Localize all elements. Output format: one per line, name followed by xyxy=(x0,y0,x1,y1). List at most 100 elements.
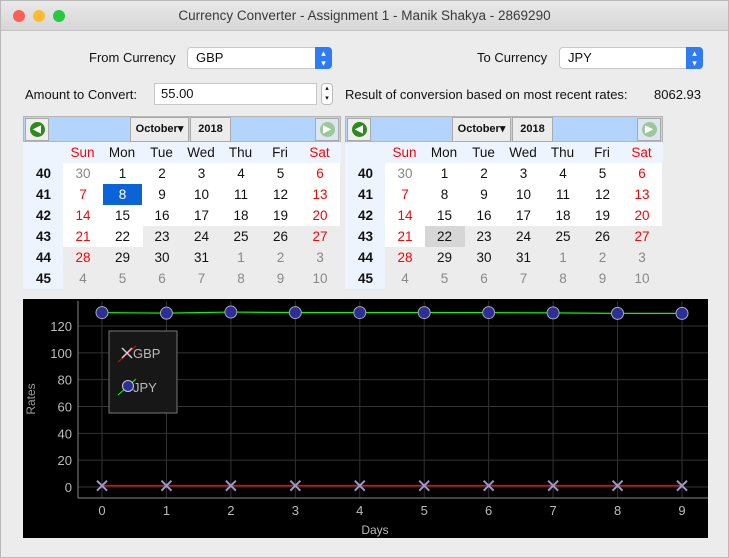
calendar-day[interactable]: 3 xyxy=(300,247,340,268)
calendar-day[interactable]: 21 xyxy=(63,226,103,247)
calendar-day[interactable]: 7 xyxy=(63,184,103,205)
calendar-right[interactable]: ◀ ▶ October▾ 2018 Sun Mon Tue Wed Thu Fri Sat 40 41 4… xyxy=(345,116,663,289)
calendar-day[interactable]: 23 xyxy=(142,226,182,247)
calendar-day[interactable]: 7 xyxy=(504,268,544,289)
calendar-day[interactable]: 7 xyxy=(385,184,425,205)
calendar-day[interactable]: 30 xyxy=(385,163,425,184)
calendar-day[interactable]: 1 xyxy=(543,247,583,268)
calendar-day[interactable]: 19 xyxy=(260,205,301,226)
calendar-day[interactable]: 11 xyxy=(543,184,583,205)
calendar-day[interactable]: 1 xyxy=(221,247,261,268)
calendar-day[interactable]: 1 xyxy=(102,163,143,184)
calendar-day[interactable]: 6 xyxy=(142,268,182,289)
calendar-day[interactable]: 29 xyxy=(103,247,143,268)
minimize-button[interactable] xyxy=(33,10,45,22)
calendar-day[interactable]: 1 xyxy=(424,163,465,184)
calendar-day[interactable]: 30 xyxy=(464,247,504,268)
from-currency-select[interactable]: GBP ▴ ▾ xyxy=(187,47,332,69)
calendar-day[interactable]: 16 xyxy=(142,205,182,226)
calendar-day[interactable]: 14 xyxy=(385,205,425,226)
calendar-day[interactable]: 7 xyxy=(182,268,222,289)
calendar-day[interactable]: 13 xyxy=(300,184,340,205)
calendar-day[interactable]: 5 xyxy=(260,163,301,184)
prev-month-button[interactable]: ◀ xyxy=(347,118,371,141)
calendar-day[interactable]: 18 xyxy=(543,205,583,226)
calendar-day[interactable]: 2 xyxy=(464,163,504,184)
year-select[interactable]: 2018 xyxy=(190,117,231,142)
calendar-day[interactable]: 15 xyxy=(424,205,465,226)
calendar-day[interactable]: 17 xyxy=(181,205,222,226)
calendar-day[interactable]: 22 xyxy=(102,226,143,247)
calendar-day[interactable]: 22 xyxy=(424,226,465,247)
calendar-left[interactable]: ◀ ▶ October▾ 2018 Sun Mon Tue Wed Thu Fri Sat 40 41 4… xyxy=(23,116,341,289)
calendar-day[interactable]: 5 xyxy=(103,268,143,289)
calendar-day[interactable]: 3 xyxy=(622,247,662,268)
next-month-button[interactable]: ▶ xyxy=(637,118,661,141)
calendar-day[interactable]: 4 xyxy=(63,268,103,289)
to-currency-select[interactable]: JPY ▴ ▾ xyxy=(559,47,703,69)
next-month-button[interactable]: ▶ xyxy=(315,118,339,141)
calendar-day[interactable]: 31 xyxy=(504,247,544,268)
calendar-day[interactable]: 4 xyxy=(385,268,425,289)
prev-month-button[interactable]: ◀ xyxy=(25,118,49,141)
calendar-day[interactable]: 6 xyxy=(300,163,340,184)
calendar-day[interactable]: 10 xyxy=(503,184,544,205)
calendar-day[interactable]: 6 xyxy=(622,163,662,184)
calendar-day[interactable]: 17 xyxy=(503,205,544,226)
calendar-day[interactable]: 9 xyxy=(142,184,182,205)
month-select[interactable]: October▾ xyxy=(452,117,511,142)
calendar-day[interactable]: 29 xyxy=(425,247,465,268)
calendar-day[interactable]: 5 xyxy=(582,163,623,184)
close-button[interactable] xyxy=(13,10,25,22)
calendar-day[interactable]: 19 xyxy=(582,205,623,226)
calendar-day[interactable]: 8 xyxy=(424,184,465,205)
calendar-day[interactable]: 31 xyxy=(182,247,222,268)
amount-input[interactable]: 55.00 xyxy=(154,83,317,105)
calendar-day[interactable]: 24 xyxy=(504,226,544,247)
calendar-day[interactable]: 6 xyxy=(464,268,504,289)
calendar-day[interactable]: 8 xyxy=(102,184,143,205)
calendar-day[interactable]: 3 xyxy=(181,163,222,184)
calendar-day[interactable]: 27 xyxy=(622,226,662,247)
calendar-day[interactable]: 20 xyxy=(622,205,662,226)
zoom-button[interactable] xyxy=(53,10,65,22)
calendar-day[interactable]: 24 xyxy=(182,226,222,247)
year-select[interactable]: 2018 xyxy=(512,117,553,142)
calendar-day[interactable]: 10 xyxy=(300,268,340,289)
calendar-day[interactable]: 18 xyxy=(221,205,261,226)
calendar-day[interactable]: 25 xyxy=(221,226,261,247)
calendar-day[interactable]: 26 xyxy=(583,226,623,247)
calendar-day[interactable]: 2 xyxy=(261,247,301,268)
calendar-day[interactable]: 12 xyxy=(260,184,301,205)
calendar-day[interactable]: 3 xyxy=(503,163,544,184)
calendar-day[interactable]: 2 xyxy=(583,247,623,268)
calendar-day[interactable]: 28 xyxy=(385,247,425,268)
calendar-day[interactable]: 25 xyxy=(543,226,583,247)
calendar-day[interactable]: 30 xyxy=(142,247,182,268)
calendar-day[interactable]: 8 xyxy=(221,268,261,289)
calendar-day[interactable]: 13 xyxy=(622,184,662,205)
calendar-day[interactable]: 11 xyxy=(221,184,261,205)
amount-stepper[interactable]: ▴ ▾ xyxy=(321,83,333,105)
calendar-day[interactable]: 9 xyxy=(464,184,504,205)
calendar-day[interactable]: 14 xyxy=(63,205,103,226)
calendar-day[interactable]: 5 xyxy=(425,268,465,289)
calendar-day[interactable]: 21 xyxy=(385,226,425,247)
calendar-day[interactable]: 16 xyxy=(464,205,504,226)
month-select[interactable]: October▾ xyxy=(130,117,189,142)
calendar-day[interactable]: 8 xyxy=(543,268,583,289)
calendar-day[interactable]: 30 xyxy=(63,163,103,184)
calendar-day[interactable]: 26 xyxy=(261,226,301,247)
calendar-day[interactable]: 2 xyxy=(142,163,182,184)
calendar-day[interactable]: 4 xyxy=(221,163,261,184)
calendar-day[interactable]: 12 xyxy=(582,184,623,205)
calendar-day[interactable]: 20 xyxy=(300,205,340,226)
calendar-day[interactable]: 9 xyxy=(583,268,623,289)
calendar-day[interactable]: 15 xyxy=(102,205,143,226)
calendar-day[interactable]: 9 xyxy=(261,268,301,289)
calendar-day[interactable]: 10 xyxy=(181,184,222,205)
calendar-day[interactable]: 28 xyxy=(63,247,103,268)
calendar-day[interactable]: 4 xyxy=(543,163,583,184)
calendar-day[interactable]: 10 xyxy=(622,268,662,289)
calendar-day[interactable]: 23 xyxy=(464,226,504,247)
